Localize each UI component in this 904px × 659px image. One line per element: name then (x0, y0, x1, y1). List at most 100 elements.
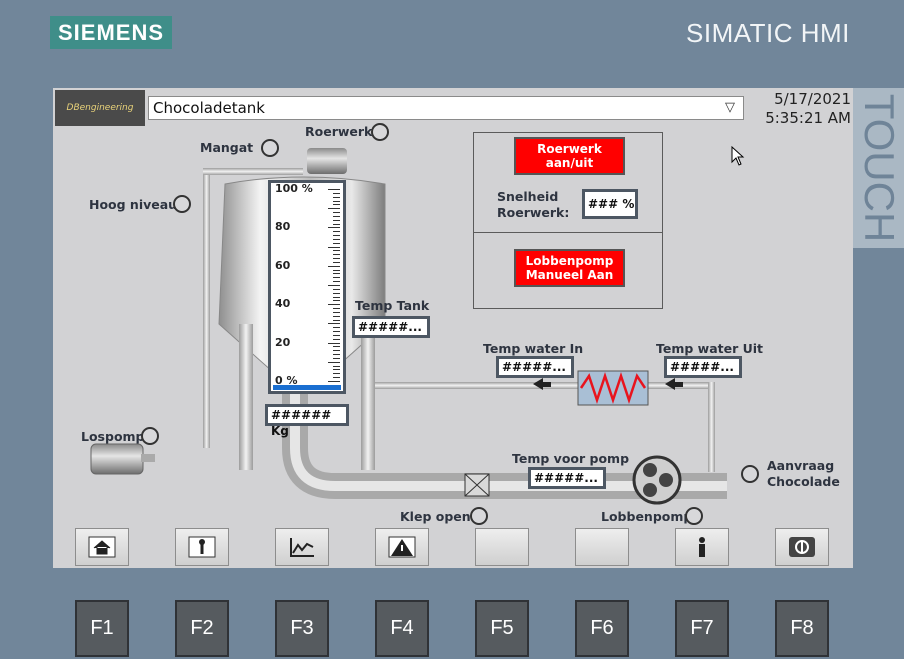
temp-voor-pomp-label: Temp voor pomp (512, 451, 630, 466)
time-text: 5:35:21 AM (765, 109, 851, 127)
level-scale-tick (328, 342, 340, 344)
level-scale-tick (333, 288, 340, 290)
level-scale-label: 0 % (275, 374, 298, 387)
klep-open-indicator (470, 507, 488, 525)
simatic-hmi-title: SIMATIC HMI (686, 18, 850, 48)
weight-field[interactable]: ###### Kg (265, 404, 349, 438)
aanvraag-chocolade-label: Aanvraag Chocolade (767, 458, 840, 489)
level-scale-tick (333, 315, 340, 317)
level-scale-tick (333, 212, 340, 214)
level-scale-tick (333, 308, 340, 310)
trend-chart-icon (290, 538, 314, 557)
chevron-down-icon[interactable]: ▽ (721, 99, 739, 117)
level-scale-tick (333, 269, 340, 271)
level-scale-tick (333, 296, 340, 298)
function-key-f7[interactable]: F7 (675, 600, 729, 657)
home-button[interactable] (75, 528, 129, 566)
aanvraag-chocolade-indicator (741, 465, 759, 483)
lobbenpomp-label: Lobbenpomp (601, 509, 693, 524)
level-scale-tick (333, 327, 340, 329)
level-scale-tick (333, 373, 340, 375)
function-key-f6[interactable]: F6 (575, 600, 629, 657)
function-key-f2[interactable]: F2 (175, 600, 229, 657)
level-scale-tick (328, 189, 340, 190)
level-scale-label: 100 % (275, 182, 313, 195)
temp-tank-field[interactable]: #####... (352, 316, 430, 338)
level-scale-tick (328, 285, 340, 286)
tank-level-bar: 100 % 80 60 40 20 0 % (268, 180, 346, 394)
level-scale-tick (333, 334, 340, 336)
blank-button-6[interactable] (575, 528, 629, 566)
level-scale-tick (333, 261, 340, 263)
level-scale-tick (328, 323, 340, 325)
lobbenpomp-manual-button[interactable]: Lobbenpomp Manueel Aan (514, 249, 625, 287)
hoog-niveau-label: Hoog niveau (89, 197, 178, 212)
level-scale-tick (333, 357, 340, 359)
level-scale-tick (333, 235, 340, 237)
wrench-icon (188, 536, 216, 558)
function-key-f5[interactable]: F5 (475, 600, 529, 657)
level-scale-label: 40 (275, 297, 291, 311)
level-scale-tick (333, 223, 340, 225)
user-button[interactable] (675, 528, 729, 566)
level-scale-tick (333, 281, 340, 283)
function-key-f1[interactable]: F1 (75, 600, 129, 657)
level-scale-tick (333, 377, 340, 379)
panel-divider (474, 232, 662, 233)
level-scale-tick (328, 227, 340, 229)
date-text: 5/17/2021 (774, 90, 851, 108)
temp-water-uit-field[interactable]: #####... (664, 356, 742, 378)
level-scale-tick (328, 265, 340, 267)
level-scale-label: 60 (275, 258, 291, 272)
mangat-label: Mangat (200, 140, 254, 155)
level-scale-tick (333, 219, 340, 221)
level-scale-tick (333, 200, 340, 202)
level-scale-tick (333, 331, 340, 333)
mangat-indicator (261, 139, 279, 157)
hmi-screen: DBengineering Chocoladetank ▽ 5/17/2021 … (53, 88, 853, 568)
snelheid-label: Snelheid Roerwerk: (497, 189, 570, 220)
home-icon (88, 536, 116, 558)
level-scale-label: 80 (275, 220, 291, 234)
trend-button[interactable] (275, 528, 329, 566)
lospomp-indicator (141, 427, 159, 445)
level-scale-tick (333, 292, 340, 294)
level-scale-tick (333, 319, 340, 321)
roerwerk-toggle-button[interactable]: Roerwerk aan/uit (514, 137, 625, 175)
settings-button[interactable] (175, 528, 229, 566)
roerwerk-indicator (371, 123, 389, 141)
level-scale-tick (333, 273, 340, 275)
level-scale-tick (333, 215, 340, 217)
company-logo: DBengineering (55, 90, 145, 126)
hoog-niveau-indicator (173, 195, 191, 213)
level-scale-tick (333, 204, 340, 206)
level-scale-tick (328, 361, 340, 363)
level-scale-tick (333, 365, 340, 367)
screen-select-dropdown[interactable]: Chocoladetank ▽ (148, 96, 744, 120)
lospomp-label: Lospomp (81, 429, 145, 444)
blank-button-5[interactable] (475, 528, 529, 566)
level-scale-tick (333, 300, 340, 302)
temp-water-in-label: Temp water In (483, 341, 584, 356)
roerwerk-label: Roerwerk (305, 124, 373, 139)
power-button[interactable] (775, 528, 829, 566)
level-scale-tick (333, 196, 340, 198)
temp-water-in-field[interactable]: #####... (496, 356, 574, 378)
level-scale-tick (333, 254, 340, 256)
level-scale-tick (333, 277, 340, 279)
alarm-warning-icon (388, 536, 416, 558)
snelheid-field[interactable]: ### % (582, 189, 638, 219)
power-icon (789, 537, 815, 557)
function-key-f8[interactable]: F8 (775, 600, 829, 657)
lobbenpomp-indicator (685, 507, 703, 525)
level-scale-tick (333, 242, 340, 244)
user-icon (699, 537, 705, 557)
level-scale-tick (333, 350, 340, 352)
temp-voor-pomp-field[interactable]: #####... (528, 467, 606, 489)
datetime-display: 5/17/2021 5:35:21 AM (765, 90, 851, 128)
level-scale-tick (333, 354, 340, 356)
function-key-f4[interactable]: F4 (375, 600, 429, 657)
alarm-button[interactable] (375, 528, 429, 566)
screen-select-value: Chocoladetank (153, 99, 265, 117)
function-key-f3[interactable]: F3 (275, 600, 329, 657)
